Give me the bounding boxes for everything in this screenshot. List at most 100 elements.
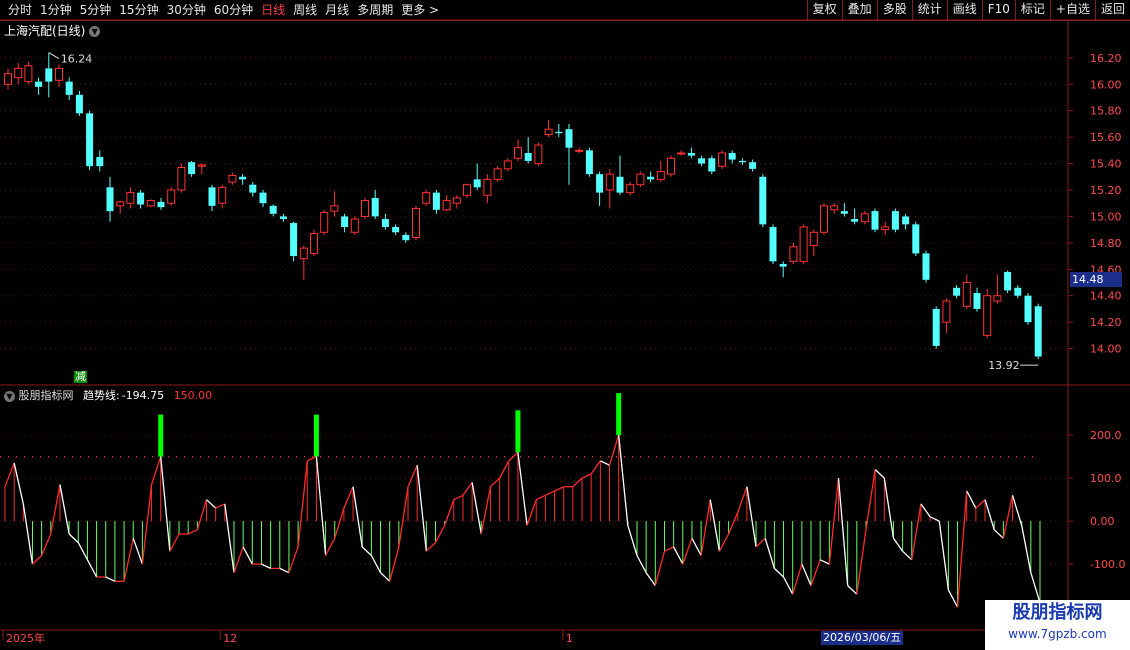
trend-line-segment — [517, 452, 528, 526]
candle-body-up — [799, 226, 808, 262]
candle-body-down — [96, 156, 104, 167]
trend-line-segment — [261, 563, 271, 569]
candle-body-up — [942, 300, 951, 323]
candle-body-up — [320, 211, 329, 233]
candle-body-up — [463, 184, 471, 196]
candle-body-down — [1024, 295, 1032, 323]
candle-body-up — [55, 67, 63, 81]
candle-body-up — [718, 152, 726, 167]
trend-line-segment — [334, 508, 345, 539]
chart-canvas[interactable]: 16.20 16.00 15.80 15.60 15.40 15.20 15.00 14.80… — [0, 0, 1130, 650]
candle-body-down — [759, 176, 767, 225]
trend-line-segment — [132, 538, 144, 565]
trend-line-segment — [59, 484, 70, 535]
trend-line-segment — [1002, 495, 1014, 539]
indicator-title-row: ▼ 股朋指标网 趋势线: -194.75 150.00 — [4, 387, 212, 403]
trend-line-segment — [352, 486, 363, 547]
trend-line-segment — [545, 490, 555, 496]
candle-body-down — [555, 131, 563, 134]
trend-line-segment — [398, 486, 409, 547]
trend-line-segment — [462, 482, 473, 496]
candle-body-down — [188, 162, 196, 175]
candle-body-up — [330, 205, 339, 212]
chevron-down-icon[interactable]: ▼ — [4, 390, 15, 402]
trend-line-segment — [526, 499, 537, 526]
price-tick-label: 14.80 — [1090, 237, 1122, 250]
candle-body-down — [524, 152, 532, 161]
trend-line-segment — [50, 484, 61, 535]
candle-body-up — [310, 233, 318, 254]
trend-line-segment — [306, 456, 317, 462]
trend-line-segment — [343, 486, 354, 509]
trend-line-segment — [416, 465, 427, 552]
candle-body-up — [350, 218, 359, 233]
trend-line-segment — [627, 525, 638, 556]
trend-line-segment — [489, 477, 501, 488]
candle-body-down — [738, 160, 746, 163]
candle-body-up — [962, 281, 971, 307]
trend-line-segment — [773, 567, 784, 578]
trend-line-segment — [718, 533, 730, 552]
candle-body-down — [106, 187, 114, 212]
candle-body-up — [667, 157, 675, 175]
trend-line-segment — [993, 529, 1004, 539]
price-tick-label: 15.00 — [1090, 210, 1122, 223]
candle-body-down — [616, 176, 624, 193]
candle-body-up — [636, 173, 645, 186]
trend-line-segment — [847, 585, 858, 595]
candle-body-down — [473, 179, 481, 188]
trend-line-segment — [654, 551, 666, 586]
trend-line-segment — [453, 494, 464, 501]
trend-line-segment — [77, 542, 89, 561]
candle-body-up — [4, 73, 12, 85]
candle-body-down — [749, 162, 757, 169]
indicator-name: 股朋指标网 — [18, 389, 74, 402]
watermark-url: www.7gpzb.com — [1008, 627, 1107, 641]
candle-body-up — [514, 147, 522, 159]
price-tick-label: 14.00 — [1090, 343, 1122, 356]
candle-body-up — [218, 186, 227, 204]
candle-body-up — [361, 200, 369, 217]
candle-body-up — [299, 247, 308, 260]
trend-line-segment — [380, 572, 391, 582]
trend-line-segment — [187, 529, 198, 535]
candle-body-up — [993, 295, 1002, 302]
trend-line-segment — [755, 537, 766, 548]
signal-bar — [313, 414, 319, 457]
price-tick-label: 15.80 — [1090, 105, 1122, 118]
trend-line-segment — [279, 567, 290, 574]
indicator-tick-label: -100.0 — [1090, 558, 1125, 571]
trend-line-segment — [508, 451, 519, 462]
trend-line-segment — [242, 546, 253, 565]
candle-body-down — [779, 263, 787, 267]
candle-body-up — [820, 205, 828, 233]
candle-body-down — [1014, 287, 1022, 296]
watermark-title: 股朋指标网 — [1012, 602, 1103, 623]
trend-line-segment — [297, 460, 308, 547]
trend-line-segment — [636, 555, 647, 574]
indicator-tick-label: 0.00 — [1090, 515, 1115, 528]
candle-body-down — [973, 293, 981, 309]
trend-line-segment — [480, 486, 492, 535]
trend-line-segment — [956, 490, 968, 608]
trend-line-segment — [407, 464, 418, 487]
candle-body-down — [953, 287, 961, 296]
trend-line-segment — [737, 486, 748, 513]
candle-body-down — [769, 226, 777, 262]
trend-line-segment — [618, 435, 629, 526]
trend-line-segment — [892, 537, 904, 552]
candle-body-down — [851, 219, 859, 222]
price-tick-label: 15.60 — [1090, 131, 1122, 144]
candle-body-down — [840, 211, 848, 214]
candle-body-down — [392, 226, 400, 233]
indicator-tick-label: 100.0 — [1090, 472, 1122, 485]
trend-line-segment — [535, 494, 546, 501]
candle-body-up — [422, 192, 431, 204]
trend-line-segment — [947, 589, 959, 608]
trend-line-segment — [975, 499, 986, 509]
candle-body-down — [932, 308, 940, 346]
candle-body-down — [35, 81, 43, 87]
trend-line-segment — [746, 486, 757, 547]
high-marker-label: 16.24 — [61, 53, 93, 66]
candle-body-down — [208, 187, 216, 206]
